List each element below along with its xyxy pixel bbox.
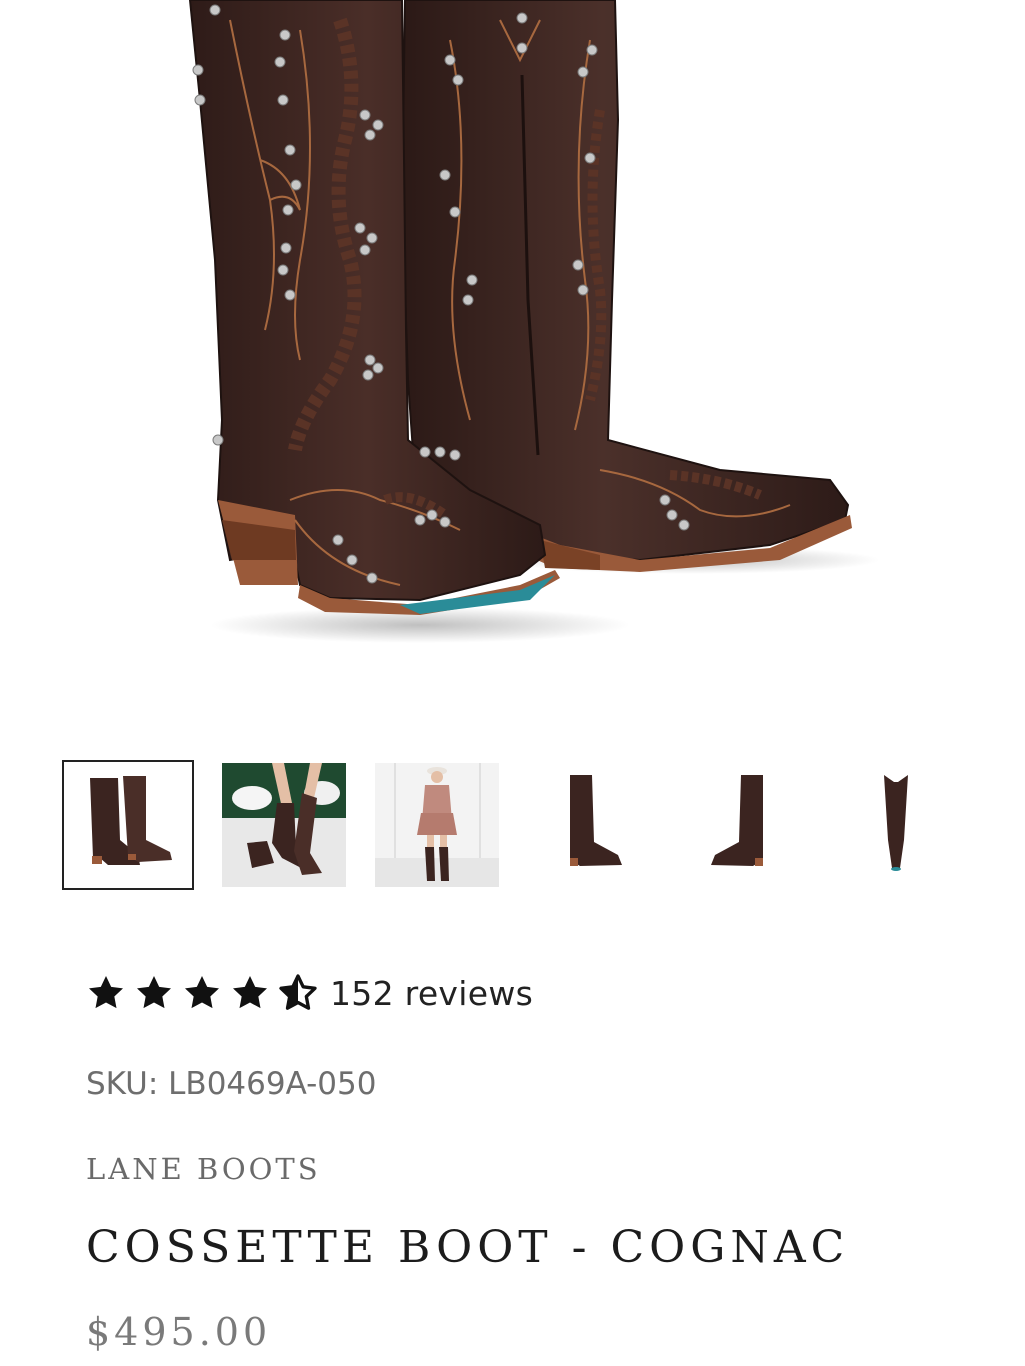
- star-full-icon: [185, 976, 219, 1009]
- product-main-image[interactable]: [0, 0, 1025, 700]
- thumbnail-2[interactable]: [218, 760, 350, 890]
- product-sku: SKU: LB0469A-050: [86, 1066, 377, 1102]
- product-title: COSSETTE BOOT - COGNAC: [86, 1222, 850, 1273]
- reviews-link[interactable]: 152 reviews: [330, 974, 533, 1013]
- boot-pair-icon: [90, 776, 172, 865]
- product-rating[interactable]: 152 reviews: [86, 968, 533, 1018]
- thumbnail-1[interactable]: [62, 760, 194, 890]
- product-brand: LANE BOOTS: [86, 1152, 321, 1186]
- star-half-icon: [279, 974, 317, 1010]
- star-full-icon: [89, 976, 123, 1009]
- thumbnail-3[interactable]: [371, 760, 503, 890]
- thumbnail-5[interactable]: [677, 760, 809, 890]
- thumbnail-gallery: [62, 760, 962, 890]
- star-full-icon: [233, 976, 267, 1009]
- boots-image: [188, 0, 880, 643]
- boots-lifestyle-icon: [222, 763, 346, 887]
- star-full-icon: [137, 976, 171, 1009]
- boot-front-icon: [884, 775, 908, 871]
- boot-side-left-icon: [570, 775, 622, 866]
- thumbnail-6[interactable]: [830, 760, 962, 890]
- boot-side-right-icon: [711, 775, 763, 866]
- thumbnail-4[interactable]: [524, 760, 656, 890]
- product-price: $495.00: [86, 1310, 272, 1354]
- model-in-boots-icon: [375, 763, 499, 887]
